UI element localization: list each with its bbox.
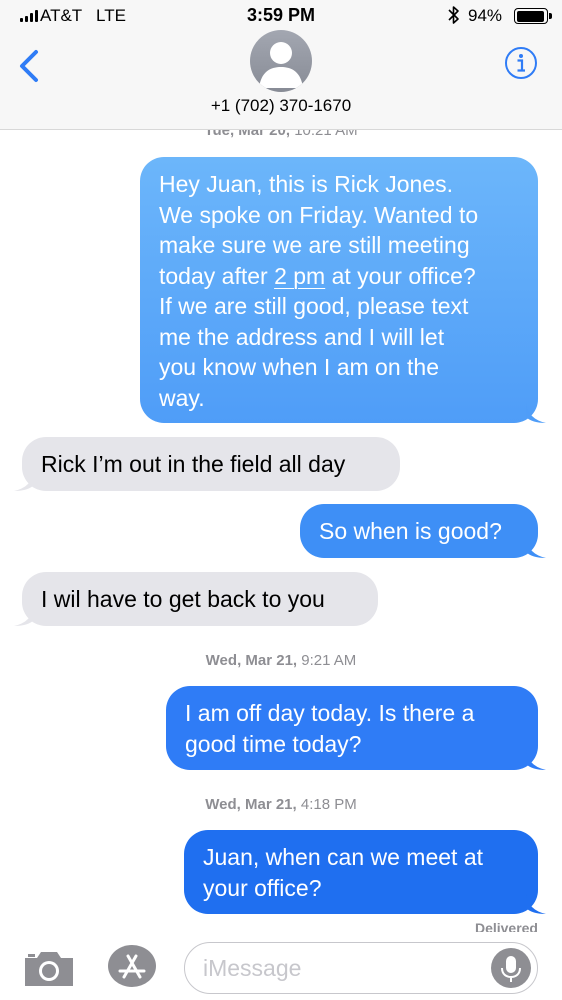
battery-fill [516, 10, 544, 22]
microphone-button[interactable] [491, 948, 531, 988]
message-line: Hey Juan, this is Rick Jones. [159, 171, 454, 197]
sent-message[interactable]: I am off day today. Is there a good time… [166, 686, 546, 770]
message-line: make sure we are still meeting [159, 232, 470, 258]
battery-icon [514, 8, 552, 24]
sent-message[interactable]: Juan, when can we meet at your office? [184, 830, 546, 914]
bluetooth-icon [448, 6, 459, 24]
message-line: I am off day today. Is there a [185, 700, 475, 726]
app-store-button[interactable] [106, 944, 158, 988]
bubble-tail [14, 471, 34, 491]
received-message[interactable]: Rick I’m out in the field all day [14, 437, 400, 491]
person-icon [259, 42, 303, 88]
message-text: So when is good? [319, 518, 502, 544]
message-line: me the address and I will let [159, 323, 445, 350]
message-line: today after 2 pm at your office? [159, 262, 476, 289]
message-line: We spoke on Friday. Wanted to [159, 201, 479, 228]
message-input[interactable]: iMessage [184, 942, 538, 994]
message-line: your office? [203, 874, 322, 901]
bubble-tail [526, 403, 546, 423]
bubble-tail [14, 606, 34, 626]
contact-avatar[interactable] [250, 30, 312, 92]
timestamp: Wed, Mar 21, 4:18 PM [205, 796, 357, 813]
bubble-tail [526, 750, 546, 770]
input-placeholder: iMessage [203, 955, 302, 981]
camera-button[interactable] [22, 948, 76, 988]
received-message[interactable]: I wil have to get back to you [14, 572, 378, 626]
message-thread[interactable]: Tue, Mar 20, 10:21 AM Hey Juan, this is … [0, 0, 562, 1000]
info-button[interactable] [504, 46, 538, 80]
message-line: If we are still good, please text [159, 293, 469, 319]
message-line: good time today? [185, 730, 362, 757]
message-line: you know when I am on the [159, 354, 439, 380]
bubble-tail [526, 894, 546, 914]
message-text: Rick I’m out in the field all day [41, 451, 346, 477]
sent-message[interactable]: Hey Juan, this is Rick Jones. We spoke o… [140, 157, 546, 423]
battery-percent: 94% [468, 6, 503, 25]
conversation-header: AT&T LTE 3:59 PM 94% +1 (702) 370-1670 [0, 0, 562, 130]
microphone-icon [501, 956, 521, 982]
timestamp: Wed, Mar 21, 9:21 AM [205, 652, 357, 669]
compose-bar: iMessage [0, 932, 562, 1000]
bubble-tail [526, 538, 546, 558]
back-button[interactable] [16, 46, 44, 86]
message-text: I wil have to get back to you [41, 586, 325, 612]
sent-message[interactable]: So when is good? [300, 504, 546, 558]
message-line: Juan, when can we meet at [203, 844, 483, 870]
status-bar: AT&T LTE 3:59 PM 94% [0, 0, 562, 32]
time-link[interactable]: 2 pm [274, 263, 325, 289]
contact-name[interactable]: +1 (702) 370-1670 [0, 96, 562, 116]
message-line: way. [159, 384, 205, 411]
